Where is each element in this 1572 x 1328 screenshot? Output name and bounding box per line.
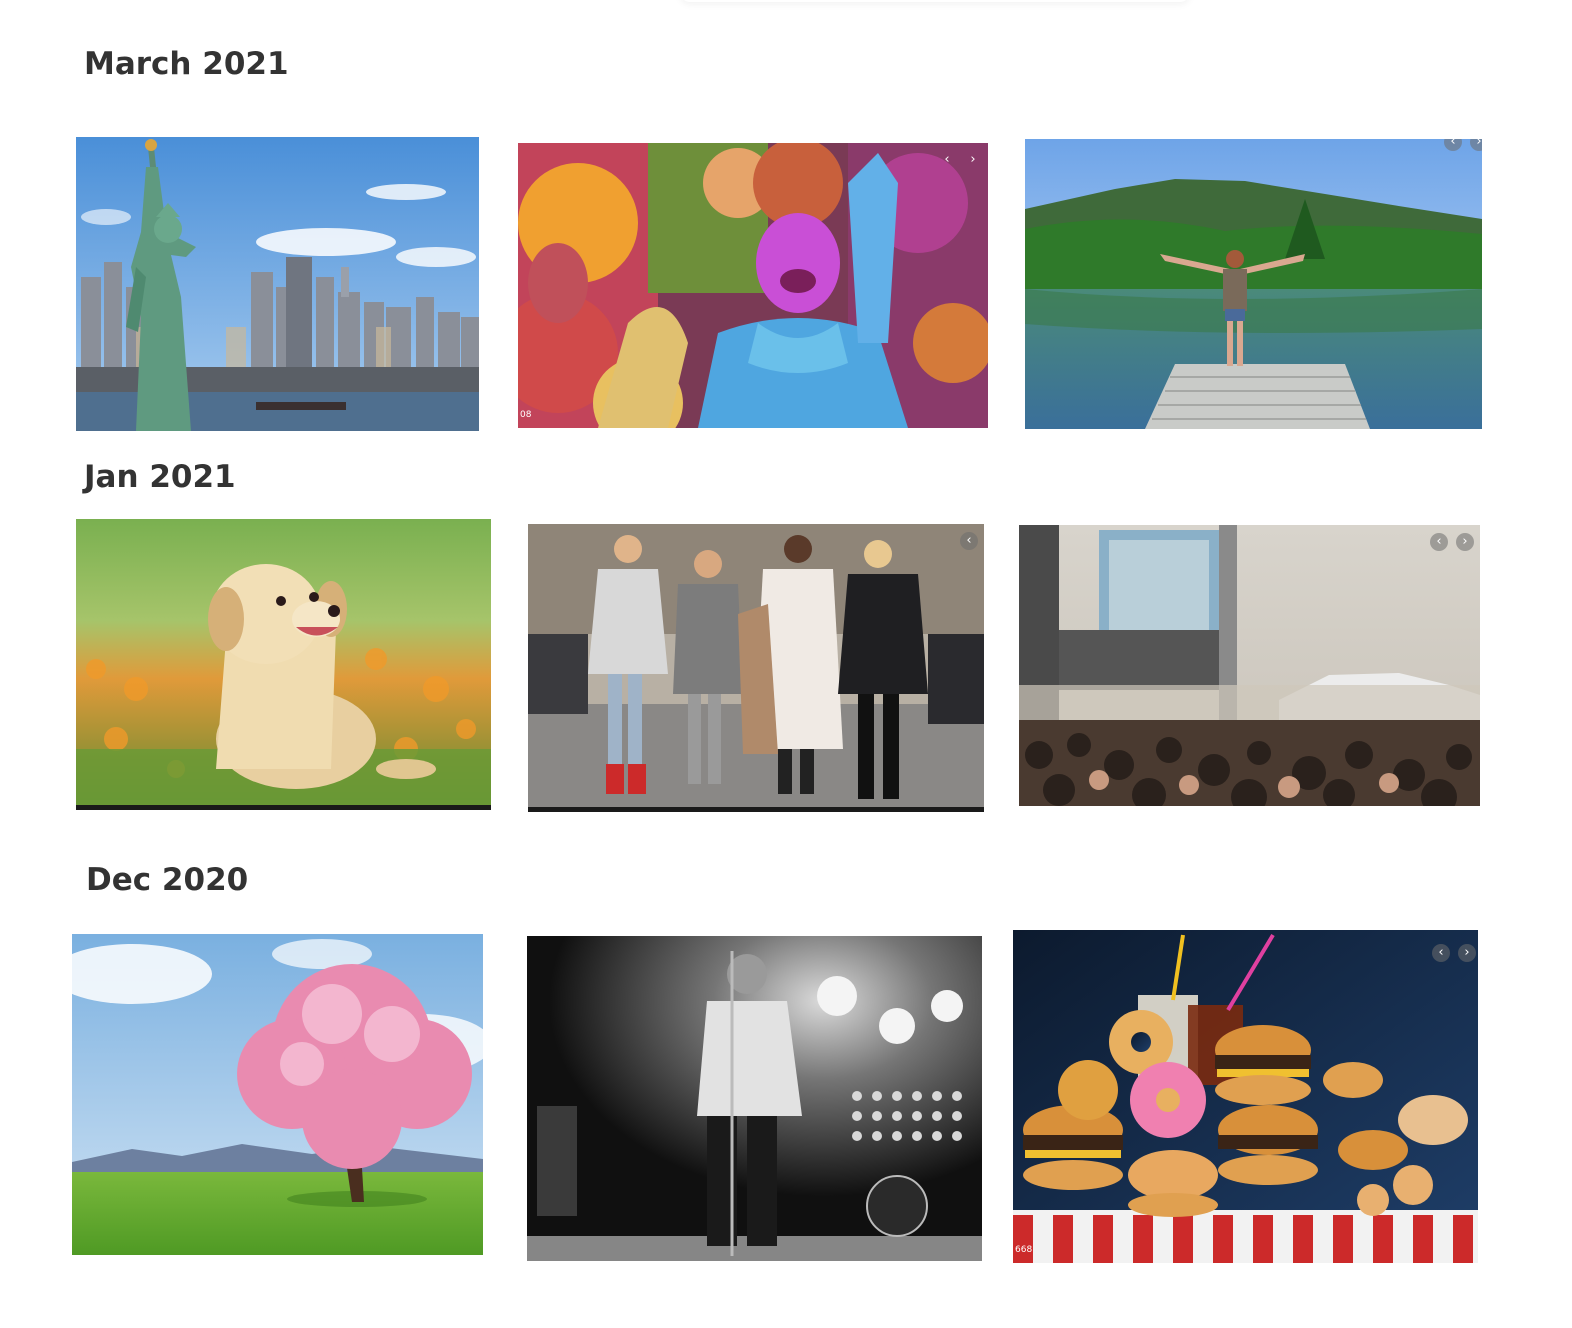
street-fashion-image	[528, 524, 984, 812]
photo-statue-of-liberty[interactable]	[76, 137, 479, 431]
fast-food-image	[1013, 930, 1478, 1263]
holi-image-counter: 08	[520, 410, 532, 420]
photo-fast-food[interactable]: ‹ › 668	[1013, 930, 1478, 1263]
puppy-bottom-bar	[76, 805, 491, 810]
next-arrow-icon[interactable]: ›	[1458, 944, 1476, 962]
hiker-nav-arrows: ‹ ›	[1444, 139, 1482, 151]
photo-hiker-lake[interactable]: ‹ ›	[1025, 139, 1482, 429]
fashion-bottom-bar	[528, 807, 984, 812]
photo-holi-festival[interactable]: ‹ › 08	[518, 143, 988, 428]
photo-cherry-blossom[interactable]	[72, 934, 483, 1255]
next-arrow-icon[interactable]: ›	[964, 151, 982, 169]
food-nav-arrows: ‹ ›	[1432, 944, 1476, 962]
cherry-blossom-image	[72, 934, 483, 1255]
section-title-jan-2021: Jan 2021	[84, 459, 236, 495]
photo-concert-crowd[interactable]: ‹ ›	[1019, 525, 1480, 806]
photo-bw-concert[interactable]	[527, 936, 982, 1261]
fashion-nav-arrows: ‹	[960, 532, 978, 550]
prev-arrow-icon[interactable]: ‹	[1432, 944, 1450, 962]
food-image-counter: 668	[1015, 1245, 1033, 1255]
prev-arrow-icon[interactable]: ‹	[960, 532, 978, 550]
holi-festival-image	[518, 143, 988, 428]
concert-nav-arrows: ‹ ›	[1430, 533, 1474, 551]
prev-arrow-icon[interactable]: ‹	[1430, 533, 1448, 551]
photo-golden-puppy[interactable]	[76, 519, 491, 810]
section-title-dec-2020: Dec 2020	[86, 862, 249, 898]
section-title-march-2021: March 2021	[84, 46, 289, 82]
concert-crowd-image	[1019, 525, 1480, 806]
holi-nav-arrows: ‹ ›	[938, 151, 982, 169]
bw-concert-image	[527, 936, 982, 1261]
prev-arrow-icon[interactable]: ‹	[938, 151, 956, 169]
golden-puppy-image	[76, 519, 491, 810]
hiker-lake-image	[1025, 139, 1482, 429]
top-search-shadow	[680, 0, 1190, 2]
next-arrow-icon[interactable]: ›	[1456, 533, 1474, 551]
next-arrow-icon[interactable]: ›	[1470, 139, 1482, 151]
prev-arrow-icon[interactable]: ‹	[1444, 139, 1462, 151]
photo-street-fashion[interactable]: ‹	[528, 524, 984, 812]
statue-of-liberty-image	[76, 137, 479, 431]
